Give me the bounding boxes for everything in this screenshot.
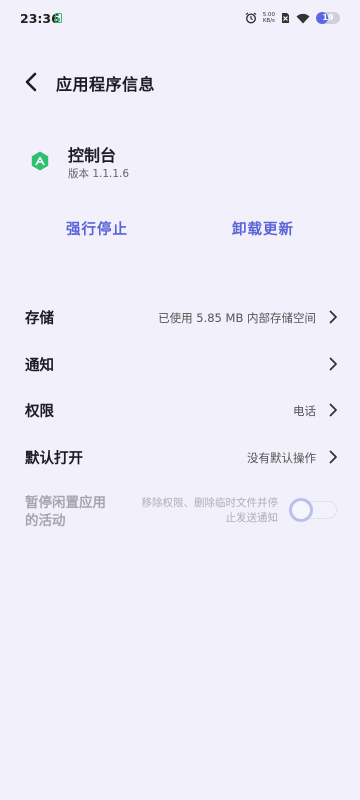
permissions-row[interactable]: 权限 电话	[0, 387, 360, 433]
page-title: 应用程序信息	[56, 75, 156, 94]
action-bar: 强行停止 卸载更新	[0, 212, 360, 244]
status-icons: 5.00 KB/s 19	[245, 10, 340, 26]
status-bar: 23:36 5.00 KB/s 19	[0, 0, 360, 36]
battery-level: 19	[322, 13, 334, 22]
pause-activity-title: 暂停闲置应用的活动	[25, 495, 106, 529]
permissions-value: 电话	[293, 404, 316, 418]
storage-value: 已使用 5.85 MB 内部存储空间	[158, 311, 316, 325]
app-bar: 应用程序信息	[0, 62, 360, 102]
wifi-icon	[296, 13, 310, 23]
pause-activity-toggle[interactable]	[289, 498, 337, 522]
speed-unit: KB/s	[262, 18, 275, 24]
pause-activity-summary: 移除权限、删除临时文件并停止发送通知	[141, 497, 279, 524]
storage-title: 存储	[25, 311, 54, 327]
notification-app-icon	[55, 13, 62, 23]
pause-app-activity-row: 暂停闲置应用的活动 移除权限、删除临时文件并停止发送通知	[0, 490, 360, 536]
app-name: 控制台	[68, 146, 117, 165]
chevron-right-icon	[329, 357, 337, 371]
force-stop-button[interactable]: 强行停止	[66, 218, 128, 239]
chevron-right-icon	[329, 403, 337, 417]
app-header: 控制台 版本 1.1.1.6	[0, 140, 360, 184]
notifications-title: 通知	[25, 358, 54, 374]
app-version: 版本 1.1.1.6	[68, 168, 130, 180]
notifications-row[interactable]: 通知	[0, 341, 360, 387]
battery-icon: 19	[316, 12, 340, 24]
chevron-right-icon	[329, 450, 337, 464]
toggle-thumb	[289, 498, 313, 522]
status-time: 23:36	[20, 11, 60, 26]
network-speed: 5.00 KB/s	[263, 12, 275, 24]
storage-row[interactable]: 存储 已使用 5.85 MB 内部存储空间	[0, 294, 360, 340]
uninstall-updates-button[interactable]: 卸载更新	[232, 218, 294, 239]
open-by-default-value: 没有默认操作	[247, 451, 316, 465]
app-icon	[31, 151, 49, 171]
alarm-icon	[245, 12, 257, 24]
open-by-default-row[interactable]: 默认打开 没有默认操作	[0, 434, 360, 480]
no-sim-icon	[282, 13, 289, 23]
permissions-title: 权限	[25, 404, 54, 420]
open-by-default-title: 默认打开	[25, 451, 83, 467]
back-icon[interactable]	[20, 70, 44, 94]
chevron-right-icon	[329, 310, 337, 324]
